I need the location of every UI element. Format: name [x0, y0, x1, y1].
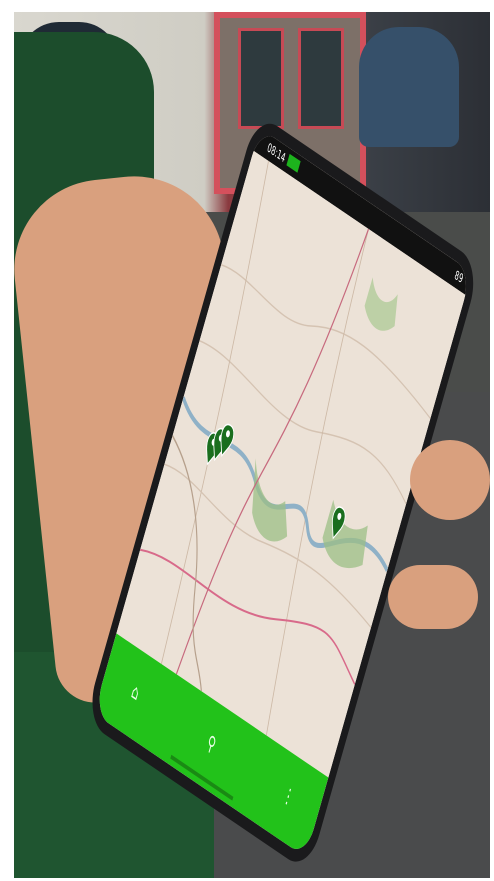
nav-home-button[interactable]: ⌂: [120, 666, 151, 718]
nav-map-button[interactable]: ⚲: [196, 718, 227, 770]
map-pin-icon: ⚲: [204, 729, 219, 758]
background-person: [359, 27, 459, 147]
status-battery: 89: [453, 267, 465, 287]
status-indicator: [286, 153, 301, 173]
door-pane: [238, 28, 284, 129]
more-vertical-icon: ⋮: [280, 781, 297, 811]
finger: [388, 565, 478, 629]
home-icon: ⌂: [129, 678, 142, 706]
finger: [410, 440, 490, 520]
nav-more-button[interactable]: ⋮: [273, 770, 304, 822]
door-pane: [298, 28, 344, 129]
